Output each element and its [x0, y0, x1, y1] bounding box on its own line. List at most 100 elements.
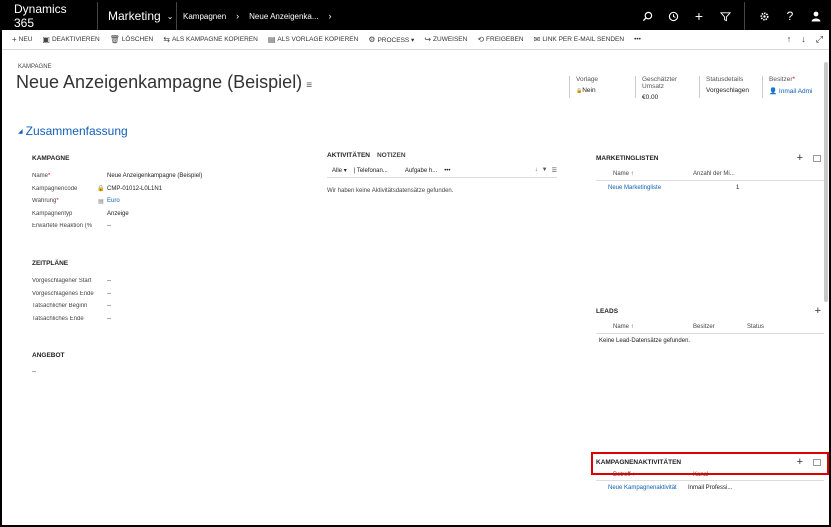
search-icon[interactable]	[634, 2, 660, 30]
module-switcher[interactable]: Marketing ⌄	[98, 2, 177, 30]
sort-icon[interactable]: ↓	[535, 167, 538, 174]
subgrid-title: MARKETINGLISTEN	[596, 154, 659, 162]
subgrid-title: LEADS	[596, 307, 619, 315]
table-row[interactable]: Neue Kampagnenaktivität Inmail Professi.…	[596, 481, 824, 495]
grid-view-icon[interactable]	[813, 154, 821, 162]
field-label: Tatsächlicher Beginn	[32, 303, 88, 310]
help-icon[interactable]: ?	[777, 2, 803, 30]
leads-empty-message: Keine Lead-Datensätze gefunden.	[599, 338, 691, 344]
command-label: NEU	[18, 36, 33, 43]
arrow-down-icon[interactable]: ↓	[801, 34, 806, 45]
field-value[interactable]: --	[107, 291, 111, 297]
lock-icon: ▤	[98, 198, 104, 205]
column-anzahl[interactable]: Anzahl der Mi...	[693, 171, 735, 177]
header-field-umsatz[interactable]: Geschätzter Umsatz €0.00	[635, 76, 699, 101]
row-name[interactable]: Neue Marketingliste	[608, 185, 736, 191]
top-nav-actions: + ?	[634, 2, 829, 30]
user-icon: 👤	[769, 88, 779, 95]
activities-filter-bar: Alle ▾ | Telefonan... Aufgabe h... ••• ↓…	[327, 166, 557, 178]
field-value[interactable]: Neue Anzeigenkampagne (Beispiel)	[107, 173, 202, 179]
field-label: Geschätzter Umsatz	[642, 76, 678, 90]
group-title: ANGEBOT	[32, 352, 65, 359]
scrollbar[interactable]	[824, 62, 828, 302]
table-row[interactable]: Neue Marketingliste 1	[596, 181, 824, 195]
command-label: ALS VORLAGE KOPIEREN	[277, 36, 359, 43]
add-icon[interactable]: +	[815, 305, 821, 317]
command-9[interactable]: •••	[634, 36, 641, 43]
chevron-right-icon[interactable]: ›	[329, 11, 332, 21]
activities-empty-message: Wir haben keine Aktivitätsdatensätze gef…	[327, 188, 454, 194]
breadcrumb: Kampagnen › Neue Anzeigenka... ›	[177, 11, 338, 21]
subgrid-header: MARKETINGLISTEN +	[596, 152, 824, 164]
hamburger-icon[interactable]: ≡	[306, 80, 312, 91]
divider	[744, 2, 745, 30]
tab-notizen[interactable]: NOTIZEN	[377, 152, 406, 159]
filter-all-label: Alle	[332, 168, 343, 174]
row-betreff[interactable]: Neue Kampagnenaktivität	[608, 485, 688, 491]
gear-icon[interactable]	[751, 2, 777, 30]
command-label: LINK PER E-MAIL SENDEN	[542, 36, 625, 43]
field-value[interactable]: --	[107, 316, 111, 322]
list-icon[interactable]: ☰	[552, 167, 557, 174]
command-3[interactable]: ⇆ ALS KAMPAGNE KOPIEREN	[163, 35, 258, 44]
app-brand[interactable]: Dynamics 365	[2, 2, 98, 30]
chevron-down-icon: ⌄	[166, 11, 174, 21]
group-zeitplaene: ZEITPLÄNE Vorgeschlagener Start -- Vorgesc…	[32, 260, 111, 325]
command-label: PROCESS ▾	[377, 36, 415, 44]
breadcrumb-kampagnen[interactable]: Kampagnen	[183, 12, 226, 21]
header-field-vorlage[interactable]: Vorlage 🔒Nein	[569, 76, 635, 98]
filter-phone[interactable]: | Telefonan...	[354, 168, 388, 174]
column-status[interactable]: Status	[747, 324, 764, 330]
command-7[interactable]: ⟲ FREIGEBEN	[477, 35, 523, 44]
field-label: Statusdetails	[706, 76, 744, 83]
command-8[interactable]: ✉ LINK PER E-MAIL SENDEN	[534, 35, 624, 44]
filter-icon[interactable]: ▼	[542, 167, 548, 174]
filter-task[interactable]: Aufgabe h...	[405, 168, 437, 174]
arrow-up-icon[interactable]: ↑	[787, 34, 792, 45]
field-value[interactable]: --	[107, 303, 111, 309]
expand-icon[interactable]: ⤢	[816, 34, 823, 45]
field-value[interactable]: --	[107, 278, 111, 284]
chevron-down-icon: ▾	[343, 168, 347, 174]
besitzer-value[interactable]: Inmail Admi	[779, 88, 813, 95]
record-title: Neue Anzeigenkampagne (Beispiel)	[16, 72, 303, 92]
field-value[interactable]: CMP-01012-L0L1N1	[107, 186, 162, 192]
user-icon[interactable]	[803, 2, 829, 30]
chevron-right-icon: ›	[236, 11, 240, 21]
label-text: Kampagnencode	[32, 185, 78, 192]
column-name[interactable]: Name ↑	[613, 324, 693, 330]
plus-icon[interactable]: +	[686, 2, 712, 30]
column-besitzer[interactable]: Besitzer	[693, 324, 747, 330]
field-value[interactable]: 👤 Inmail Admi	[769, 87, 828, 95]
command-2[interactable]: 🗑 LÖSCHEN	[110, 35, 154, 44]
command-6[interactable]: ↪ ZUWEISEN	[424, 35, 467, 44]
header-field-besitzer[interactable]: Besitzer* 👤 Inmail Admi	[762, 76, 828, 98]
field-value[interactable]: Euro	[107, 198, 120, 204]
group-title: KAMPAGNE	[32, 155, 70, 162]
angebot-value[interactable]: --	[32, 369, 65, 375]
command-icon: ↪	[424, 35, 432, 44]
more-icon[interactable]: •••	[444, 168, 450, 174]
breadcrumb-current[interactable]: Neue Anzeigenka...	[249, 12, 318, 21]
command-0[interactable]: + NEU	[12, 35, 32, 44]
section-header-zusammenfassung[interactable]: ◢ Zusammenfassung	[18, 124, 128, 138]
add-icon[interactable]: +	[797, 152, 803, 164]
filter-icon[interactable]	[712, 2, 738, 30]
command-5[interactable]: ⚙ PROCESS ▾	[368, 35, 414, 44]
command-label: •••	[634, 36, 641, 43]
field-value[interactable]: --	[107, 223, 111, 229]
header-field-statusdetails[interactable]: Statusdetails Vorgeschlagen	[699, 76, 762, 98]
column-name[interactable]: Name ↑	[613, 171, 693, 177]
command-icon: ▣	[42, 35, 50, 44]
field-value: €0.00	[642, 94, 659, 101]
label-text: Erwartete Reaktion (%	[32, 223, 93, 230]
module-label: Marketing	[108, 9, 161, 23]
history-icon[interactable]	[660, 2, 686, 30]
command-1[interactable]: ▣ DEAKTIVIEREN	[42, 35, 99, 44]
filter-all-dropdown[interactable]: Alle ▾	[327, 167, 347, 174]
field-label: Name*	[32, 173, 95, 179]
field-value[interactable]: Anzeige	[107, 211, 129, 217]
command-label: DEAKTIVIEREN	[51, 36, 100, 43]
tab-aktivitaeten[interactable]: AKTIVITÄTEN	[327, 152, 370, 159]
command-4[interactable]: ▤ ALS VORLAGE KOPIEREN	[268, 35, 358, 44]
